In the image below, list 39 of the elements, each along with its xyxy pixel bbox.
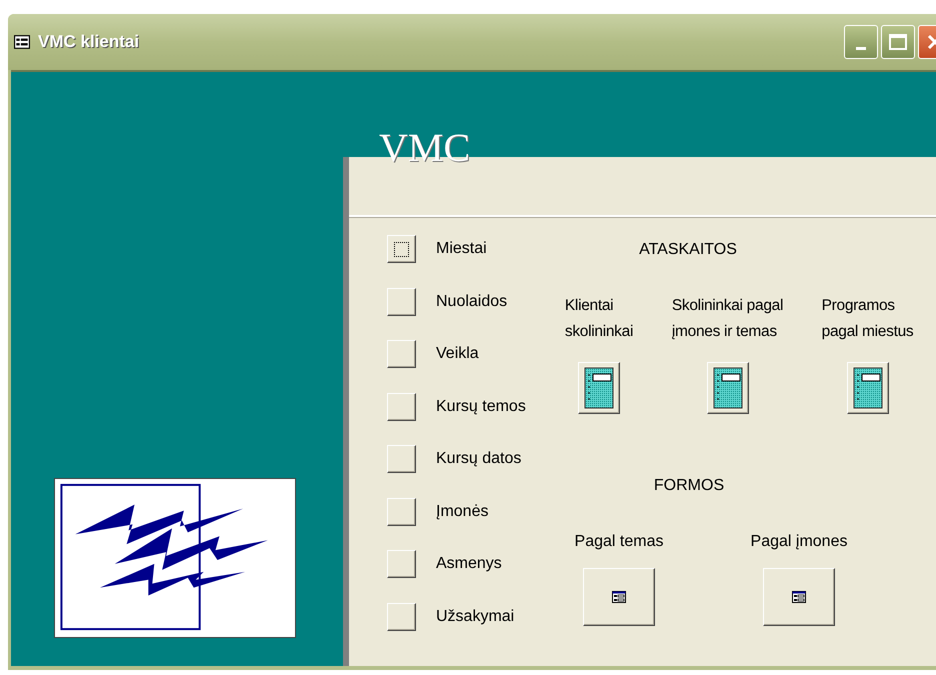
section-heading: FORMOS bbox=[654, 476, 724, 496]
report-label: Klientai skolininkai bbox=[564, 296, 634, 342]
minimize-button[interactable] bbox=[844, 25, 878, 59]
menu-button[interactable] bbox=[387, 602, 416, 630]
menu-button[interactable] bbox=[387, 392, 416, 420]
report-label: Skolininkai pagal įmones ir temas bbox=[672, 296, 784, 342]
report-icon bbox=[712, 367, 742, 409]
form-button[interactable] bbox=[763, 568, 835, 626]
form-icon bbox=[792, 591, 806, 603]
button-label: Užsakymai bbox=[436, 606, 514, 626]
report-icon bbox=[852, 367, 882, 409]
menu-button[interactable] bbox=[387, 550, 416, 578]
menu-button[interactable] bbox=[387, 498, 416, 526]
button-label: Įmonės bbox=[436, 502, 488, 522]
report-button[interactable] bbox=[578, 362, 620, 414]
button-label: Kursų temos bbox=[436, 396, 526, 416]
menu-button[interactable] bbox=[387, 445, 416, 473]
report-icon bbox=[584, 367, 614, 409]
section-heading: ATASKAITOS bbox=[639, 240, 737, 260]
button-label: Nuolaidos bbox=[436, 292, 508, 312]
report-button[interactable] bbox=[846, 362, 888, 414]
button-label: Asmenys bbox=[436, 554, 502, 574]
button-label: Miestai bbox=[436, 239, 487, 259]
menu-button[interactable] bbox=[387, 235, 416, 263]
maximize-button[interactable] bbox=[881, 25, 915, 59]
form-label: Pagal įmones bbox=[750, 532, 848, 552]
button-label: Kursų datos bbox=[436, 449, 522, 469]
report-button[interactable] bbox=[706, 362, 748, 414]
minimize-icon bbox=[856, 47, 866, 50]
form-button[interactable] bbox=[583, 568, 655, 626]
button-label: Veikla bbox=[436, 344, 479, 364]
form-icon bbox=[14, 35, 30, 49]
report-label: Programos pagal miestus bbox=[822, 296, 914, 342]
menu-button[interactable] bbox=[387, 288, 416, 316]
menu-button[interactable] bbox=[387, 340, 416, 368]
form-icon bbox=[612, 591, 626, 603]
form-label: Pagal temas bbox=[574, 532, 664, 552]
maximize-icon bbox=[889, 34, 907, 50]
window-title: VMC klientai bbox=[38, 31, 140, 54]
